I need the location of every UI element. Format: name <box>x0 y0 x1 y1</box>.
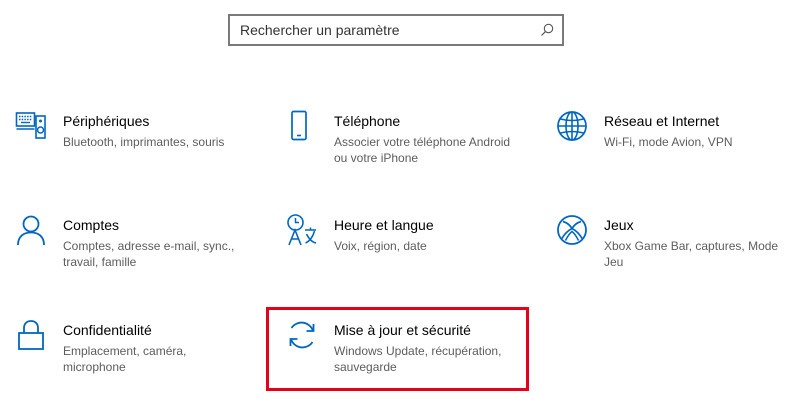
tile-title: Téléphone <box>334 113 401 129</box>
tile-description: Xbox Game Bar, captures, Mode Jeu <box>604 239 779 269</box>
phone-icon <box>291 110 307 141</box>
tile-description: Voix, région, date <box>334 239 427 253</box>
lock-icon <box>18 320 44 350</box>
search-input[interactable] <box>240 20 530 40</box>
tile-description: Bluetooth, imprimantes, souris <box>63 135 225 149</box>
person-icon <box>17 215 45 246</box>
settings-home: Périphériques Bluetooth, imprimantes, so… <box>0 0 795 411</box>
search-icon[interactable] <box>539 22 555 38</box>
tile-title: Périphériques <box>63 113 150 129</box>
globe-icon <box>557 111 587 141</box>
tile-title: Comptes <box>63 217 120 233</box>
update-icon <box>289 321 315 349</box>
tile-description: Associer votre téléphone Android ou votr… <box>334 135 511 165</box>
tile-title: Mise à jour et sécurité <box>334 322 471 338</box>
tile-title: Heure et langue <box>334 217 434 233</box>
tile-description: Wi-Fi, mode Avion, VPN <box>604 135 733 149</box>
devices-icon <box>15 112 46 139</box>
tile-description: Comptes, adresse e-mail, sync., travail,… <box>63 239 235 269</box>
tile-description: Windows Update, récupération, sauvegarde <box>334 344 502 374</box>
search-box[interactable] <box>228 14 564 46</box>
tile-title: Jeux <box>604 217 634 233</box>
tile-title: Confidentialité <box>63 322 152 338</box>
tile-description: Emplacement, caméra, microphone <box>63 344 187 374</box>
time-language-icon <box>287 214 317 246</box>
xbox-icon <box>557 215 587 245</box>
tile-title: Réseau et Internet <box>604 113 720 129</box>
